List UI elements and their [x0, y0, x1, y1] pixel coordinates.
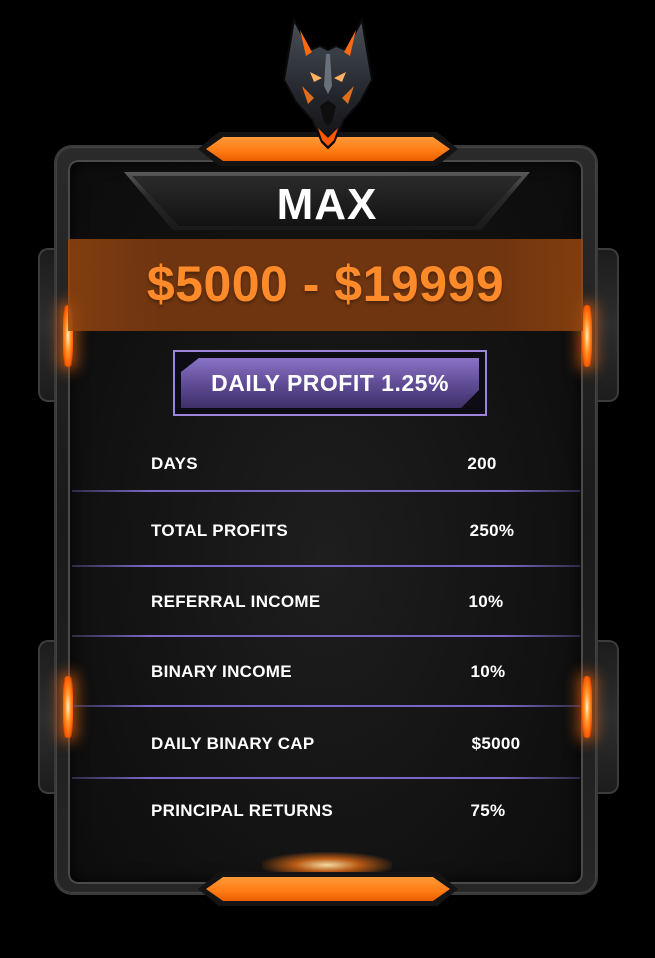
- glow-light-left-bottom: [63, 676, 73, 738]
- price-range: $5000 - $19999: [146, 256, 505, 312]
- row-label-days: DAYS: [151, 454, 198, 473]
- row-label-principal-returns: PRINCIPAL RETURNS: [151, 801, 334, 820]
- bottom-orange-tab: [206, 877, 450, 901]
- daily-profit-label: DAILY PROFIT 1.25%: [211, 370, 449, 396]
- glow-light-right-top: [582, 305, 592, 367]
- row-value-principal-returns: 75%: [470, 801, 506, 820]
- plan-title: MAX: [276, 180, 378, 229]
- row-value-daily-binary-cap: $5000: [471, 734, 521, 753]
- row-divider: [72, 777, 580, 779]
- row-value-total-profits: 250%: [469, 521, 515, 540]
- row-value-referral-income: 10%: [468, 592, 504, 611]
- row-label-binary-income: BINARY INCOME: [151, 662, 292, 681]
- row-label-daily-binary-cap: DAILY BINARY CAP: [151, 734, 315, 753]
- row-value-days: 200: [467, 454, 497, 473]
- plan-card: MAX $5000 - $19999 DAILY PROFIT 1.25% DA…: [0, 0, 655, 958]
- wolf-head-icon: [282, 16, 374, 150]
- row-divider: [72, 635, 580, 637]
- row-label-referral-income: REFERRAL INCOME: [151, 592, 321, 611]
- row-divider: [72, 565, 580, 567]
- row-value-binary-income: 10%: [470, 662, 506, 681]
- glow-light-right-bottom: [582, 676, 592, 738]
- row-divider: [72, 705, 580, 707]
- row-divider: [72, 490, 580, 492]
- row-label-total-profits: TOTAL PROFITS: [151, 521, 289, 540]
